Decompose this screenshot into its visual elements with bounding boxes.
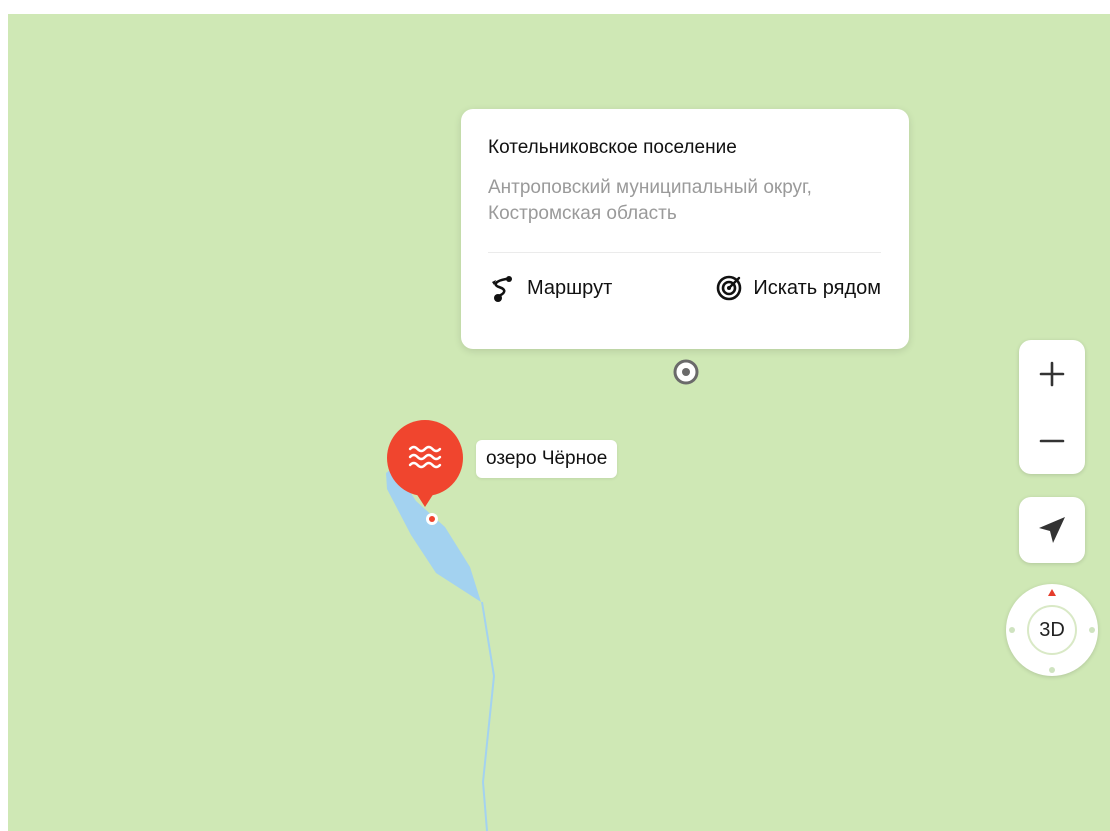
popup-subtitle: Антроповский муниципальный округ, Костро… [488, 177, 812, 224]
route-icon [488, 273, 518, 303]
location-arrow-icon [1039, 517, 1065, 543]
compass-3d-button[interactable]: 3D [1006, 584, 1098, 676]
divider [488, 252, 881, 253]
selected-point-marker[interactable] [673, 359, 699, 385]
stream [481, 601, 496, 831]
minus-icon [1039, 439, 1065, 442]
lake-label[interactable]: озеро Чёрное [476, 440, 618, 478]
search-nearby-label: Искать рядом [753, 276, 881, 299]
lake-pin[interactable] [386, 419, 464, 531]
zoom-out-button[interactable] [1019, 407, 1085, 474]
popup-title: Котельниковское поселение [488, 137, 737, 158]
popup-actions: Маршрут Искать рядом [488, 273, 881, 303]
compass-label: 3D [1027, 605, 1077, 655]
locate-me-button[interactable] [1019, 497, 1085, 563]
search-nearby-button[interactable]: Искать рядом [714, 273, 881, 303]
search-nearby-icon [714, 273, 744, 303]
plus-icon [1039, 361, 1065, 386]
route-button[interactable]: Маршрут [488, 273, 612, 303]
zoom-in-button[interactable] [1019, 340, 1085, 407]
zoom-controls [1019, 340, 1085, 474]
place-popup: Котельниковское поселение Антроповский м… [461, 109, 909, 349]
route-label: Маршрут [527, 276, 613, 299]
